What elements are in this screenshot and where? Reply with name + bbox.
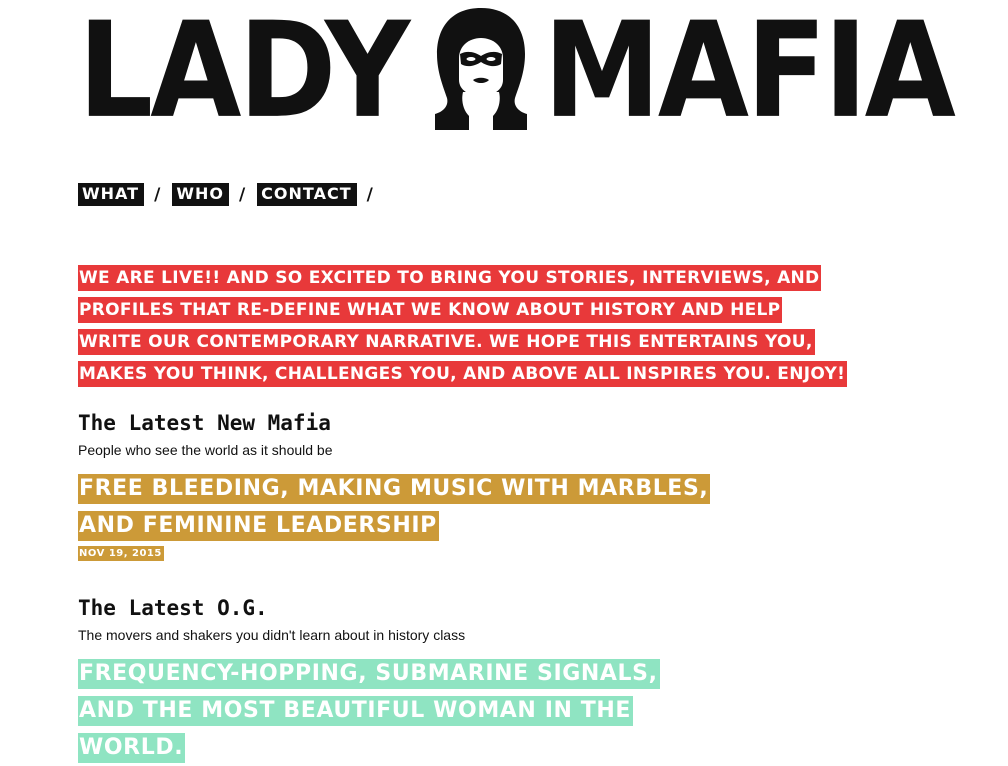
story-link-og[interactable]: Frequency-Hopping, Submarine Signals, an… xyxy=(78,659,660,763)
intro-text: We are live!! And so excited to bring yo… xyxy=(78,265,848,387)
story-og: Frequency-Hopping, Submarine Signals, an… xyxy=(78,655,718,766)
nav-item-contact[interactable]: CONTACT xyxy=(257,183,357,206)
site-logo[interactable]: LADY MAFIA xyxy=(78,0,956,148)
nav-separator: / xyxy=(238,184,246,205)
story-title-og: Frequency-Hopping, Submarine Signals, an… xyxy=(78,659,660,763)
logo-text-mafia: MAFIA xyxy=(543,0,956,148)
nav-item-what[interactable]: WHAT xyxy=(78,183,145,206)
story-title-new-mafia: Free Bleeding, Making Music with Marbles… xyxy=(78,474,711,541)
story-link-new-mafia[interactable]: Free Bleeding, Making Music with Marbles… xyxy=(78,474,711,541)
story-date-new-mafia: NOV 19, 2015 xyxy=(78,546,164,561)
section-subtitle-new-mafia: People who see the world as it should be xyxy=(78,442,333,458)
section-subtitle-og: The movers and shakers you didn't learn … xyxy=(78,627,466,643)
nav-item-who[interactable]: WHO xyxy=(172,183,229,206)
logo-text-lady: LADY xyxy=(78,0,410,148)
section-title-new-mafia: The Latest New Mafia xyxy=(78,411,331,435)
nav-separator: / xyxy=(366,184,373,205)
main-nav: WHAT / WHO / CONTACT / xyxy=(78,183,385,206)
hooded-woman-mask-icon xyxy=(435,8,528,130)
nav-separator: / xyxy=(154,184,161,205)
intro-announcement: We are live!! And so excited to bring yo… xyxy=(78,262,848,390)
story-new-mafia: Free Bleeding, Making Music with Marbles… xyxy=(78,470,718,544)
section-title-og: The Latest O.G. xyxy=(78,596,268,620)
